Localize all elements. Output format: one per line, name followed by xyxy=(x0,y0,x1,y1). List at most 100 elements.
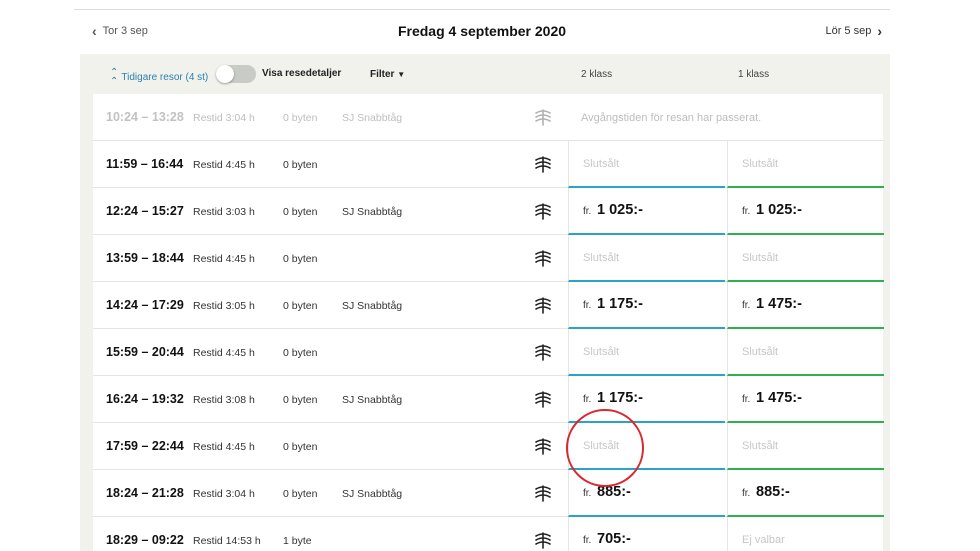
date-title: Fredag 4 september 2020 xyxy=(397,23,567,39)
departure-time: 16:24 – 19:32 xyxy=(106,392,184,406)
travel-duration: Restid 4:45 h xyxy=(193,441,255,453)
class-2-header: 2 klass xyxy=(581,69,613,80)
price-value: 885:- xyxy=(597,484,631,500)
departure-time: 12:24 – 15:27 xyxy=(106,204,184,218)
details-toggle-label: Visa resedetaljer xyxy=(262,68,342,79)
next-day-link[interactable]: Lör 5 sep › xyxy=(825,24,882,38)
earlier-trips-button[interactable]: ⌃ ⌃ Tidigare resor (4 st) xyxy=(110,67,208,87)
travel-duration: Restid 3:05 h xyxy=(193,300,255,312)
price-prefix: fr. xyxy=(742,300,751,311)
date-navigation: ‹ Tor 3 sep Fredag 4 september 2020 Lör … xyxy=(74,10,890,54)
price-prefix: fr. xyxy=(742,488,751,499)
departure-row[interactable]: 16:24 – 19:32 Restid 3:08 h 0 byten SJ Snab… xyxy=(93,376,884,423)
departure-passed-message: Avgångstiden för resan har passerat. xyxy=(581,112,762,124)
results-panel: ⌃ ⌃ Tidigare resor (4 st) Visa resedetalj… xyxy=(80,54,890,551)
next-day-label: Lör 5 sep xyxy=(825,25,872,37)
toggle-knob xyxy=(216,65,234,83)
class-2-price-cell[interactable]: fr. 885:- xyxy=(568,470,725,517)
changes-count: 1 byte xyxy=(283,535,312,547)
travel-duration: Restid 14:53 h xyxy=(193,535,261,547)
class-1-price-cell: Ej valbar xyxy=(727,517,884,551)
train-product: SJ Snabbtåg xyxy=(342,394,403,406)
train-product: SJ Snabbtåg xyxy=(342,488,403,500)
train-product: SJ Snabbtåg xyxy=(342,300,403,312)
departure-list: 10:24 – 13:28 Restid 3:04 h 0 byten SJ S… xyxy=(93,94,884,551)
caret-down-icon: ▼ xyxy=(397,70,406,79)
class-1-price-cell[interactable]: fr. 1 475:- xyxy=(727,376,884,423)
departure-time: 18:29 – 09:22 xyxy=(106,533,184,547)
filter-label: Filter xyxy=(370,69,395,80)
sj-logo-icon xyxy=(535,438,551,455)
filter-button[interactable]: Filter ▼ xyxy=(370,69,405,80)
price-status: Slutsålt xyxy=(583,252,620,264)
details-toggle[interactable] xyxy=(216,65,256,83)
changes-count: 0 byten xyxy=(283,347,318,359)
price-value: 1 025:- xyxy=(597,202,643,218)
departure-row[interactable]: 14:24 – 17:29 Restid 3:05 h 0 byten SJ Snab… xyxy=(93,282,884,329)
class-2-price-cell: Slutsålt xyxy=(568,329,725,376)
departure-time: 15:59 – 20:44 xyxy=(106,345,184,359)
departure-time: 17:59 – 22:44 xyxy=(106,439,184,453)
page: ‹ Tor 3 sep Fredag 4 september 2020 Lör … xyxy=(0,0,980,551)
departure-time: 18:24 – 21:28 xyxy=(106,486,184,500)
train-product: SJ Snabbtåg xyxy=(342,206,403,218)
price-prefix: fr. xyxy=(583,300,592,311)
class-1-price-cell[interactable]: fr. 1 025:- xyxy=(727,188,884,235)
class-1-price-cell: Slutsålt xyxy=(727,235,884,282)
travel-duration: Restid 4:45 h xyxy=(193,159,255,171)
travel-duration: Restid 4:45 h xyxy=(193,347,255,359)
class-2-price-cell[interactable]: fr. 1 175:- xyxy=(568,376,725,423)
departure-row[interactable]: 18:24 – 21:28 Restid 3:04 h 0 byten SJ Snab… xyxy=(93,470,884,517)
travel-duration: Restid 3:08 h xyxy=(193,394,255,406)
sj-logo-icon xyxy=(535,391,551,408)
class-1-price-cell[interactable]: fr. 885:- xyxy=(727,470,884,517)
changes-count: 0 byten xyxy=(283,300,318,312)
price-status: Slutsålt xyxy=(583,346,620,358)
travel-duration: Restid 4:45 h xyxy=(193,253,255,265)
price-status: Ej valbar xyxy=(742,534,785,546)
class-1-price-cell: Slutsålt xyxy=(727,329,884,376)
departure-row[interactable]: 13:59 – 18:44 Restid 4:45 h 0 byten Slutsål… xyxy=(93,235,884,282)
changes-count: 0 byten xyxy=(283,112,318,124)
departure-row[interactable]: 12:24 – 15:27 Restid 3:03 h 0 byten SJ Snab… xyxy=(93,188,884,235)
changes-count: 0 byten xyxy=(283,206,318,218)
price-prefix: fr. xyxy=(742,206,751,217)
class-2-price-cell[interactable]: fr. 1 175:- xyxy=(568,282,725,329)
departure-row[interactable]: 15:59 – 20:44 Restid 4:45 h 0 byten Slutsål… xyxy=(93,329,884,376)
price-prefix: fr. xyxy=(583,394,592,405)
sj-logo-icon xyxy=(535,203,551,220)
price-prefix: fr. xyxy=(583,488,592,499)
sj-logo-icon xyxy=(535,156,551,173)
price-value: 1 475:- xyxy=(756,296,802,312)
sj-logo-icon xyxy=(535,344,551,361)
double-chevron-up-icon: ⌃ ⌃ xyxy=(110,67,118,87)
departure-row-passed: 10:24 – 13:28 Restid 3:04 h 0 byten SJ S… xyxy=(93,94,883,141)
class-1-price-cell: Slutsålt xyxy=(727,423,884,470)
sj-logo-icon xyxy=(535,250,551,267)
price-status: Slutsålt xyxy=(742,440,779,452)
class-2-price-cell: Slutsålt xyxy=(568,141,725,188)
class-2-price-cell[interactable]: fr. 705:- xyxy=(568,517,725,551)
class-2-price-cell: Slutsålt xyxy=(568,423,725,470)
price-status: Slutsålt xyxy=(583,158,620,170)
changes-count: 0 byten xyxy=(283,488,318,500)
sj-logo-icon xyxy=(535,109,551,126)
results-controls: ⌃ ⌃ Tidigare resor (4 st) Visa resedetalj… xyxy=(80,54,890,94)
departure-row[interactable]: 17:59 – 22:44 Restid 4:45 h 0 byten Slutsål… xyxy=(93,423,884,470)
class-1-price-cell[interactable]: fr. 1 475:- xyxy=(727,282,884,329)
sj-logo-icon xyxy=(535,297,551,314)
departure-time: 14:24 – 17:29 xyxy=(106,298,184,312)
price-value: 1 475:- xyxy=(756,390,802,406)
class-1-price-cell: Slutsålt xyxy=(727,141,884,188)
class-2-price-cell: Slutsålt xyxy=(568,235,725,282)
train-product: SJ Snabbtåg xyxy=(342,112,403,124)
price-prefix: fr. xyxy=(583,535,592,546)
changes-count: 0 byten xyxy=(283,253,318,265)
departure-row[interactable]: 18:29 – 09:22 Restid 14:53 h 1 byte fr. 705:… xyxy=(93,517,883,551)
class-2-price-cell[interactable]: fr. 1 025:- xyxy=(568,188,725,235)
class-1-header: 1 klass xyxy=(738,69,770,80)
departure-row[interactable]: 11:59 – 16:44 Restid 4:45 h 0 byten Slutsål… xyxy=(93,141,884,188)
price-prefix: fr. xyxy=(583,206,592,217)
price-status: Slutsålt xyxy=(583,440,620,452)
price-value: 1 175:- xyxy=(597,390,643,406)
